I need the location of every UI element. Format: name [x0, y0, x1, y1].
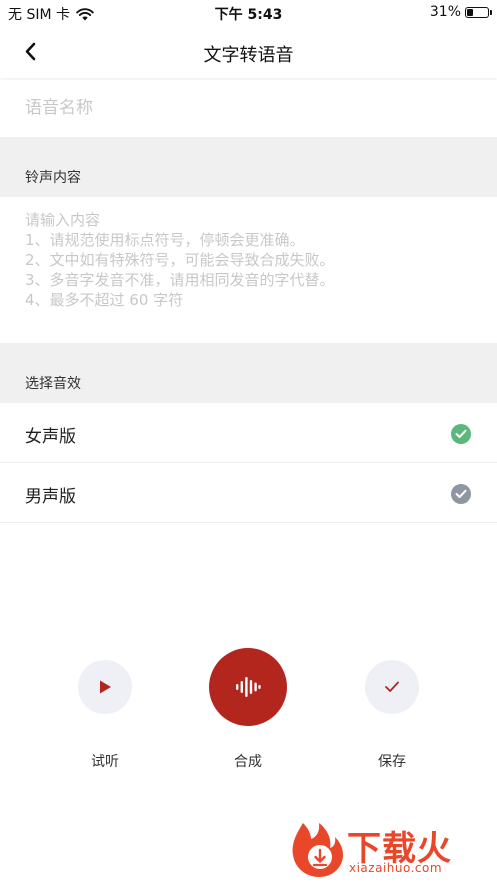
watermark-logo: 下载火 xiazaihuo.com — [289, 817, 489, 879]
waveform-icon — [236, 677, 261, 697]
voice-option-label: 男声版 — [25, 487, 76, 507]
ringtone-section-title: 铃声内容 — [25, 170, 81, 186]
battery-icon — [465, 6, 492, 18]
flame-logo-icon — [292, 823, 343, 877]
voice-name-input[interactable] — [0, 80, 497, 136]
save-button[interactable] — [365, 660, 419, 714]
watermark-url: xiazaihuo.com — [349, 861, 443, 875]
play-icon — [100, 680, 111, 694]
voice-option-male[interactable]: 男声版 — [0, 463, 497, 523]
content-placeholder-line: 4、最多不超过 60 字符 — [25, 291, 184, 309]
check-circle-icon — [451, 484, 471, 504]
content-placeholder-line: 请输入内容 — [25, 211, 101, 229]
status-bar: 无 SIM 卡 下午 5:43 31% — [0, 0, 497, 26]
ringtone-section-header: 铃声内容 — [0, 137, 497, 197]
check-circle-icon — [451, 424, 471, 444]
synthesize-action: 合成 — [209, 648, 287, 771]
save-label: 保存 — [378, 754, 406, 770]
battery-group: 31% — [429, 4, 492, 20]
battery-percent: 31% — [429, 4, 461, 20]
listen-action: 试听 — [78, 660, 132, 771]
content-placeholder-line: 3、多音字发音不准，请用相同发音的字代替。 — [25, 271, 335, 289]
voice-option-female[interactable]: 女声版 — [0, 403, 497, 463]
voice-option-label: 女声版 — [25, 427, 76, 447]
ringtone-content-textarea[interactable]: 请输入内容 1、请规范使用标点符号，停顿会更准确。 2、文中如有特殊符号，可能会… — [0, 197, 497, 343]
check-icon — [385, 681, 399, 692]
effect-section-header: 选择音效 — [0, 343, 497, 403]
content-placeholder-line: 2、文中如有特殊符号，可能会导致合成失败。 — [25, 251, 335, 269]
synthesize-label: 合成 — [234, 754, 262, 770]
battery-fill — [467, 8, 473, 16]
synthesize-button[interactable] — [209, 648, 287, 726]
content-placeholder-line: 1、请规范使用标点符号，停顿会更准确。 — [25, 231, 305, 249]
listen-label: 试听 — [91, 754, 119, 770]
status-time: 下午 5:43 — [214, 7, 283, 23]
navigation-bar: 文字转语音 — [0, 26, 497, 78]
save-action: 保存 — [365, 660, 419, 771]
listen-button[interactable] — [78, 660, 132, 714]
effect-section-title: 选择音效 — [25, 376, 81, 392]
page-title: 文字转语音 — [203, 45, 294, 66]
